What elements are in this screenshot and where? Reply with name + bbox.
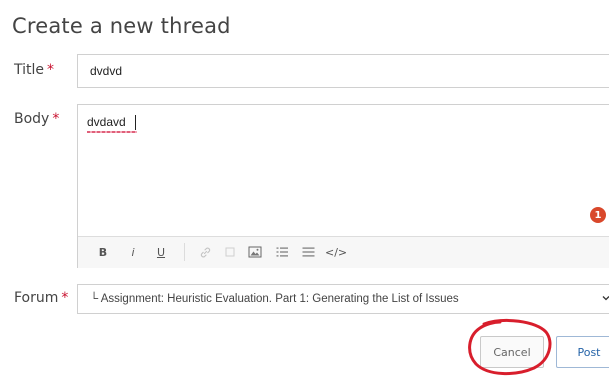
spellcheck-underline — [87, 131, 137, 133]
body-label-text: Body — [14, 111, 50, 127]
title-label-text: Title — [14, 62, 45, 78]
required-asterisk: * — [47, 62, 55, 78]
forum-select[interactable]: └ Assignment: Heuristic Evaluation. Part… — [77, 284, 609, 314]
notification-badge[interactable]: 1 — [590, 207, 606, 223]
title-input-value: dvdvd — [90, 64, 123, 78]
post-button[interactable]: Post — [556, 336, 609, 368]
forum-label: Forum * — [14, 290, 68, 306]
title-input[interactable]: dvdvd — [77, 54, 609, 88]
image-icon[interactable] — [248, 243, 262, 261]
bold-button[interactable]: B — [96, 243, 110, 261]
underline-button[interactable]: U — [154, 243, 168, 261]
title-label: Title * — [14, 62, 54, 78]
toolbar-divider — [184, 243, 185, 261]
required-asterisk: * — [52, 111, 60, 127]
chevron-down-icon — [601, 291, 609, 306]
editor-toolbar: B i U </> — [78, 236, 609, 268]
page-title: Create a new thread — [12, 14, 231, 38]
italic-button[interactable]: i — [126, 243, 140, 261]
link-icon[interactable] — [198, 243, 212, 261]
bulleted-list-icon[interactable] — [301, 243, 315, 261]
code-icon[interactable]: </> — [325, 243, 347, 261]
required-asterisk: * — [61, 290, 69, 306]
cancel-button[interactable]: Cancel — [480, 336, 544, 368]
unlink-icon[interactable] — [223, 243, 237, 261]
forum-select-value: └ Assignment: Heuristic Evaluation. Part… — [90, 293, 459, 305]
numbered-list-icon[interactable] — [275, 243, 289, 261]
body-label: Body * — [14, 111, 59, 127]
body-editor-text: dvdavd — [87, 115, 126, 129]
text-caret — [135, 115, 136, 130]
forum-label-text: Forum — [14, 290, 59, 306]
body-editor[interactable]: dvdavd 1 B i U </> — [77, 104, 609, 268]
